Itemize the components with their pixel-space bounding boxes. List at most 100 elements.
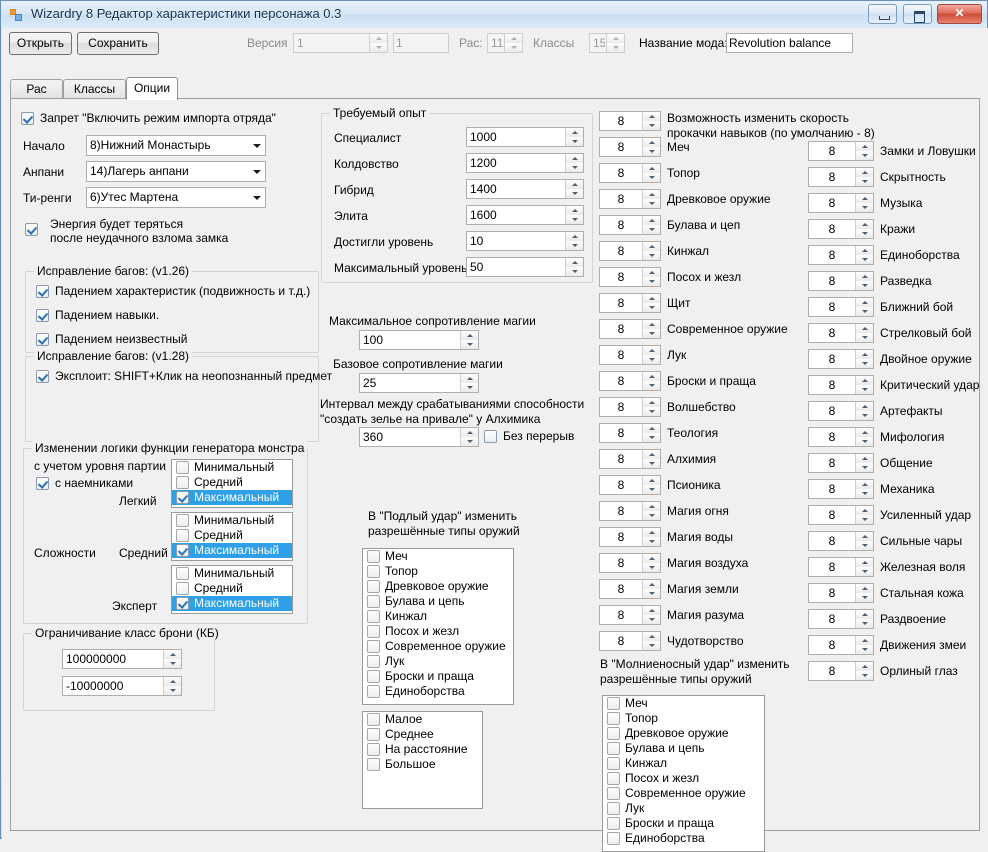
skill-spinner-0[interactable]: 8 (599, 137, 661, 157)
spin-down[interactable] (164, 659, 181, 668)
list-item[interactable]: Минимальный (172, 513, 292, 528)
list-item[interactable]: Посох и жезл (363, 624, 513, 639)
spin-down[interactable] (643, 433, 660, 442)
skill-spinner-12[interactable]: 8 (808, 453, 874, 473)
spin-down[interactable] (461, 340, 478, 349)
list-item[interactable]: Малое (363, 712, 482, 727)
list-item[interactable]: Древковое оружие (363, 579, 513, 594)
version-secondary-field[interactable]: 1 (393, 33, 449, 53)
skill-spinner-17[interactable]: 8 (808, 583, 874, 603)
spin-down[interactable] (643, 355, 660, 364)
spin-down[interactable] (566, 215, 583, 224)
exp-row-0-spinner[interactable]: 1000 (466, 127, 584, 147)
difficulty-easy-list[interactable]: Минимальный Средний Максимальный (171, 459, 293, 508)
list-item[interactable]: Древковое оружие (603, 726, 764, 741)
spin-down[interactable] (856, 671, 873, 680)
spin-down[interactable] (856, 281, 873, 290)
spin-down[interactable] (856, 619, 873, 628)
weapon-size-list[interactable]: Малое Среднее На расстояние Большое (362, 711, 483, 809)
skill-spinner-19[interactable]: 8 (599, 631, 661, 651)
list-item[interactable]: Топор (603, 711, 764, 726)
skill-spinner-16[interactable]: 8 (599, 553, 661, 573)
skill-spinner-5[interactable]: 8 (599, 267, 661, 287)
spin-down[interactable] (643, 459, 660, 468)
skill-spinner-4[interactable]: 8 (599, 241, 661, 261)
list-item[interactable]: Топор (363, 564, 513, 579)
spin-down[interactable] (643, 121, 660, 130)
exp-row-3-spinner[interactable]: 1600 (466, 205, 584, 225)
skill-spinner-19[interactable]: 8 (808, 635, 874, 655)
exp-row-2-spinner[interactable]: 1400 (466, 179, 584, 199)
list-item[interactable]: Минимальный (172, 566, 292, 581)
list-item[interactable]: Среднее (363, 727, 482, 742)
skill-spinner-1[interactable]: 8 (808, 167, 874, 187)
spin-down[interactable] (856, 567, 873, 576)
skill-spinner-16[interactable]: 8 (808, 557, 874, 577)
spin-down[interactable] (643, 381, 660, 390)
spin-down[interactable] (856, 359, 873, 368)
save-button[interactable]: Сохранить (77, 32, 159, 55)
version-spinner-buttons[interactable] (369, 34, 387, 52)
interval-spinner[interactable]: 360 (359, 427, 479, 447)
open-button[interactable]: Открыть (9, 32, 72, 55)
skill-spinner-8[interactable]: 8 (599, 345, 661, 365)
spin-down[interactable] (856, 177, 873, 186)
list-item[interactable]: Современное оружие (363, 639, 513, 654)
skill-spinner-5[interactable]: 8 (808, 271, 874, 291)
lightning-weapons-list[interactable]: Меч Топор Древковое оружие Булава и цепь… (602, 695, 765, 852)
minimize-button[interactable] (868, 4, 897, 24)
spin-down[interactable] (856, 515, 873, 524)
spin-down[interactable] (856, 229, 873, 238)
list-item[interactable]: Лук (363, 654, 513, 669)
list-item[interactable]: Средний (172, 475, 292, 490)
spin-down[interactable] (856, 255, 873, 264)
skill-spinner-9[interactable]: 8 (599, 371, 661, 391)
spin-down[interactable] (643, 329, 660, 338)
skill-spinner-0[interactable]: 8 (808, 141, 874, 161)
exp-row-4-spinner[interactable]: 10 (466, 231, 584, 251)
skill-spinner-3[interactable]: 8 (808, 219, 874, 239)
skill-spinner-20[interactable]: 8 (808, 661, 874, 681)
race-spinner-buttons[interactable] (504, 34, 522, 52)
spin-down[interactable] (856, 385, 873, 394)
spin-down[interactable] (461, 383, 478, 392)
spin-down[interactable] (856, 307, 873, 316)
list-item[interactable]: Лук (603, 801, 764, 816)
skill-spinner-17[interactable]: 8 (599, 579, 661, 599)
race-spin-down[interactable] (505, 43, 522, 52)
spin-down[interactable] (856, 489, 873, 498)
mod-name-input[interactable]: Revolution balance (726, 33, 853, 53)
tab-race[interactable]: Рас (10, 79, 63, 99)
list-item[interactable]: Средний (172, 528, 292, 543)
exp-row-1-spinner[interactable]: 1200 (466, 153, 584, 173)
skill-spinner-10[interactable]: 8 (808, 401, 874, 421)
spin-down[interactable] (856, 541, 873, 550)
start-combo[interactable]: 8)Нижний Монастырь (86, 135, 266, 156)
spin-down[interactable] (566, 163, 583, 172)
skill-spinner-15[interactable]: 8 (599, 527, 661, 547)
list-item[interactable]: Булава и цепь (603, 741, 764, 756)
skill-spinner-4[interactable]: 8 (808, 245, 874, 265)
list-item[interactable]: Большое (363, 757, 482, 772)
list-item[interactable]: Посох и жезл (603, 771, 764, 786)
skill-spinner-13[interactable]: 8 (599, 475, 661, 495)
spin-down[interactable] (461, 437, 478, 446)
skill-spinner-15[interactable]: 8 (808, 531, 874, 551)
skill-spinner-14[interactable]: 8 (599, 501, 661, 521)
spin-down[interactable] (856, 437, 873, 446)
list-item[interactable]: Максимальный (172, 596, 292, 611)
spin-down[interactable] (856, 593, 873, 602)
skill-speed-default-spinner[interactable]: 8 (599, 111, 661, 131)
skill-spinner-18[interactable]: 8 (808, 609, 874, 629)
difficulty-expert-list[interactable]: Минимальный Средний Максимальный (171, 565, 293, 614)
skill-spinner-7[interactable]: 8 (599, 319, 661, 339)
spin-down[interactable] (643, 407, 660, 416)
race-count-spinner[interactable]: 11 (487, 33, 523, 53)
list-item[interactable]: Броски и праща (363, 669, 513, 684)
version-spin-down[interactable] (370, 43, 387, 52)
spin-down[interactable] (856, 203, 873, 212)
list-item[interactable]: Минимальный (172, 460, 292, 475)
list-item[interactable]: Современное оружие (603, 786, 764, 801)
difficulty-medium-list[interactable]: Минимальный Средний Максимальный (171, 512, 293, 561)
max-resist-spinner[interactable]: 100 (359, 330, 479, 350)
